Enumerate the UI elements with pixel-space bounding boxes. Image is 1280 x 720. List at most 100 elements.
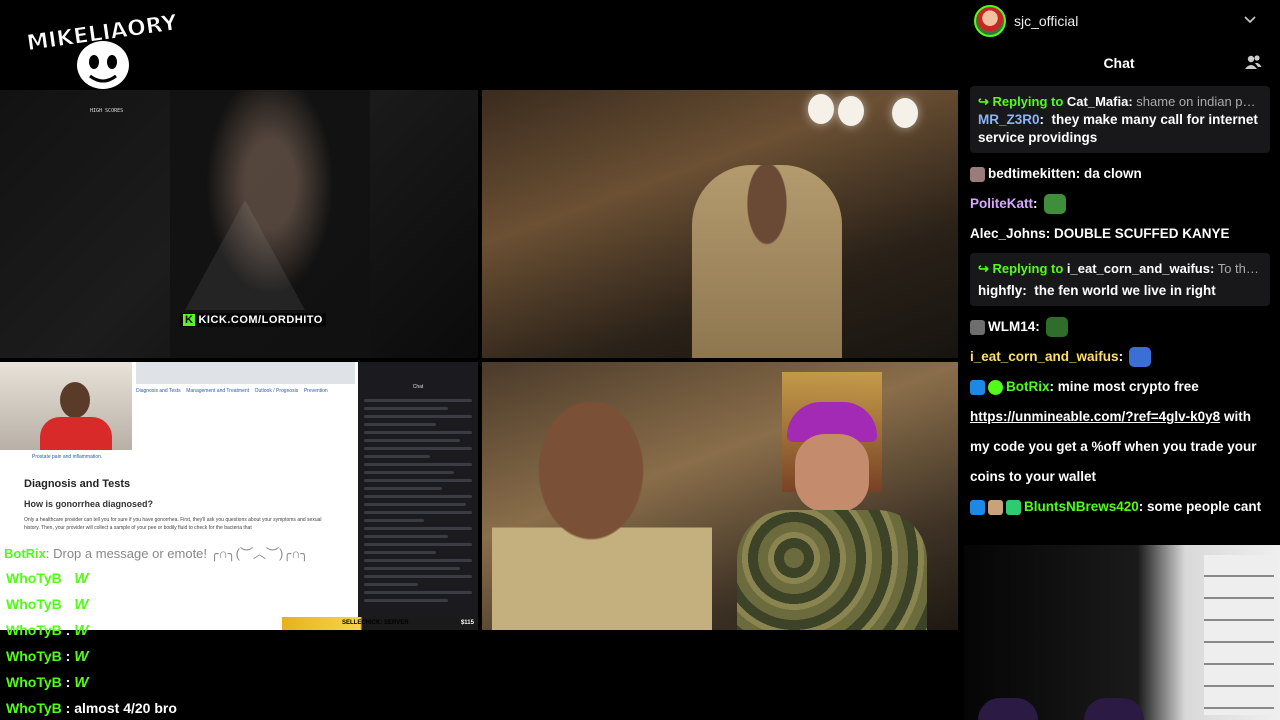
- chat-text: some people cant: [1147, 499, 1262, 514]
- guest-video: [737, 402, 927, 630]
- article-subheading: How is gonorrhea diagnosed?: [24, 499, 154, 509]
- donation-amount: $115: [460, 620, 474, 626]
- chat-text: mine most crypto free: [1057, 379, 1199, 394]
- overlay-chat-emote: W: [74, 648, 89, 665]
- article-nav-item[interactable]: Diagnosis and Tests: [136, 388, 181, 394]
- chat-username[interactable]: BluntsNBrews420: [1024, 492, 1139, 522]
- chat-message: Alec_Johns: DOUBLE SCUFFED KANYE: [970, 219, 1270, 249]
- chat-message: BotRix: mine most crypto free: [970, 372, 1270, 402]
- channel-switcher[interactable]: sjc_official: [958, 0, 1280, 42]
- users-icon[interactable]: [1244, 54, 1262, 70]
- reply-context: ↪ Replying to Cat_Mafia: shame on indian…: [978, 93, 1262, 111]
- chat-header: Chat: [1103, 55, 1135, 71]
- overlay-chat-user: WhoTyB: [6, 700, 62, 716]
- chat-username[interactable]: highfly: [978, 283, 1022, 298]
- embedded-chat-title: Chat: [412, 384, 424, 390]
- chat-text: with: [1220, 409, 1251, 424]
- overlay-chat-emote: W: [74, 674, 89, 691]
- gift-badge-icon: [1006, 499, 1021, 515]
- overlay-chat-user: WhoTyB: [6, 570, 62, 586]
- reply-label: Replying to: [992, 94, 1064, 109]
- lantern: [892, 98, 918, 128]
- stream-tile-restaurant[interactable]: [482, 362, 958, 630]
- lakers-hat: [978, 698, 1038, 720]
- overlay-chat: WhoTyB : W WhoTyB : W WhoTyB : W WhoTyB …: [6, 565, 366, 720]
- chat-username[interactable]: BotRix: [1006, 372, 1050, 402]
- channel-name: sjc_official: [1014, 13, 1079, 29]
- overlay-chat-user: WhoTyB: [6, 596, 62, 612]
- overlay-chat-user: WhoTyB: [6, 674, 62, 690]
- streamer-video: [692, 165, 842, 358]
- overlay-chat-line: WhoTyB : W: [6, 565, 366, 591]
- overlay-chat-line: WhoTyB : W: [6, 669, 366, 695]
- verified-badge-icon: [988, 379, 1003, 395]
- botrix-text: : Drop a message or emote! ╭∩╮(︶︿︶)╭∩╮: [45, 546, 309, 561]
- chat-link[interactable]: https://unmineable.com/?ref=4glv-k0y8: [970, 409, 1220, 424]
- chat-text: da clown: [1084, 166, 1142, 181]
- chat-message: PoliteKatt:: [970, 189, 1270, 219]
- botrix-overlay-message: BotRix: Drop a message or emote! ╭∩╮(︶︿︶…: [4, 543, 356, 562]
- overlay-chat-line: WhoTyB : W: [6, 617, 366, 643]
- botrix-name: BotRix: [4, 546, 46, 561]
- article-nav-item[interactable]: Prevention: [304, 388, 328, 394]
- chat-username[interactable]: bedtimekitten: [988, 159, 1076, 189]
- sword-badge-icon: [970, 499, 985, 515]
- reply-quote: To them ...: [1217, 261, 1262, 276]
- facecam: [0, 362, 132, 450]
- channel-avatar: [974, 5, 1006, 37]
- lakers-hat: [1084, 698, 1144, 720]
- chat-username[interactable]: WLM14: [988, 312, 1035, 342]
- chat-message: i_eat_corn_and_waifus:: [970, 342, 1270, 372]
- article-paragraph: Only a healthcare provider can tell you …: [24, 517, 322, 531]
- reply-context: ↪ Replying to i_eat_corn_and_waifus: To …: [978, 260, 1262, 278]
- chat-text: the fen world we live in right: [1034, 283, 1216, 298]
- overlay-chat-user: WhoTyB: [6, 648, 62, 664]
- embedded-chat: Chat: [358, 362, 478, 630]
- reply-target: i_eat_corn_and_waifus:: [1066, 261, 1215, 276]
- stream-tile-lordhito[interactable]: HIGH SCORES K KICK.COM/LORDHITO: [0, 90, 478, 358]
- kick-channel-tag: K KICK.COM/LORDHITO: [180, 313, 326, 327]
- article-heading: Diagnosis and Tests: [24, 478, 131, 490]
- lantern: [808, 94, 834, 124]
- chat-username[interactable]: PoliteKatt: [970, 189, 1033, 219]
- high-scores-board: HIGH SCORES: [90, 108, 123, 115]
- chat-message: MR_Z3R0: they make many call for interne…: [978, 112, 1258, 145]
- reply-target: Cat_Mafia:: [1066, 94, 1133, 109]
- chat-username[interactable]: Alec_Johns: [970, 219, 1046, 249]
- overlay-chat-line: WhoTyB : W: [6, 643, 366, 669]
- chevron-down-icon[interactable]: [1242, 12, 1258, 28]
- chat-panel: sjc_official Chat ↪ Replying to Cat_Mafi…: [958, 0, 1280, 545]
- lantern: [838, 96, 864, 126]
- article-nav: Diagnosis and Tests Management and Treat…: [136, 388, 328, 394]
- stream-grid: HIGH SCORES K KICK.COM/LORDHITO Diagnosis…: [0, 90, 958, 630]
- chat-message: bedtimekitten: da clown: [970, 159, 1270, 189]
- streamer-webcam: [964, 545, 1280, 720]
- kick-channel-label: KICK.COM/LORDHITO: [198, 314, 323, 326]
- chat-message: BluntsNBrews420: some people cant: [970, 492, 1270, 522]
- pepe-emote: [1045, 317, 1068, 337]
- browser-tabs: [136, 362, 355, 384]
- reply-message[interactable]: ↪ Replying to Cat_Mafia: shame on indian…: [970, 86, 1270, 153]
- chat-text: DOUBLE SCUFFED KANYE: [1054, 226, 1230, 241]
- chat-message-list[interactable]: ↪ Replying to Cat_Mafia: shame on indian…: [958, 86, 1280, 541]
- user-avatar-badge: [970, 166, 985, 182]
- reply-label: Replying to: [992, 261, 1064, 276]
- plinko-board: [185, 200, 305, 310]
- chat-message: highfly: the fen world we live in right: [978, 283, 1216, 298]
- article-nav-item[interactable]: Management and Treatment: [186, 388, 249, 394]
- stream-tile-street[interactable]: [482, 90, 958, 358]
- shelf: [1204, 555, 1274, 715]
- chat-text: coins to your wallet: [970, 469, 1097, 484]
- user-avatar-badge: [970, 319, 985, 335]
- article-nav-item[interactable]: Outlook / Prognosis: [255, 388, 299, 394]
- chat-text: my code you get a %off when you trade yo…: [970, 439, 1257, 454]
- article-bullet: Prostate pain and inflammation.: [32, 454, 103, 460]
- high-scores-title: HIGH SCORES: [90, 108, 124, 114]
- overlay-chat-emote: W: [74, 570, 89, 587]
- chat-username[interactable]: MR_Z3R0: [978, 112, 1040, 127]
- chat-username[interactable]: i_eat_corn_and_waifus: [970, 342, 1119, 372]
- streamer-video: [492, 402, 712, 630]
- anime-emote: [1129, 347, 1152, 367]
- channel-logo: MIKELIAORY: [28, 10, 178, 89]
- reply-message[interactable]: ↪ Replying to i_eat_corn_and_waifus: To …: [970, 253, 1270, 306]
